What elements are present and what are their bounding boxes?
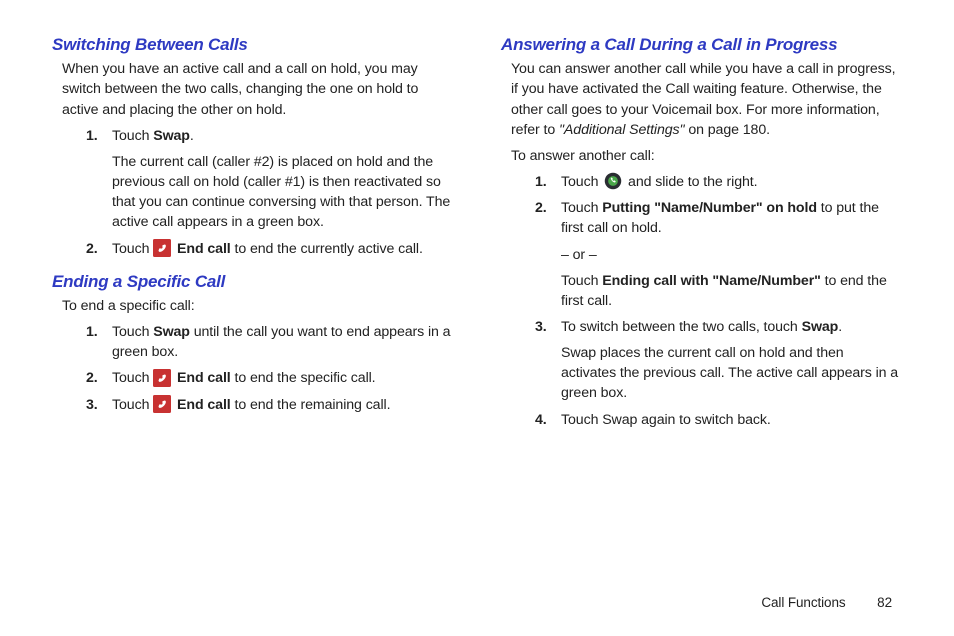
heading-answering-call: Answering a Call During a Call in Progre…	[501, 34, 902, 55]
step-text: Touch	[112, 370, 153, 386]
step-alt: Touch Ending call with "Name/Number" to …	[561, 271, 902, 311]
heading-ending-call: Ending a Specific Call	[52, 271, 453, 292]
steps-list: Touch Swap until the call you want to en…	[86, 322, 453, 415]
end-call-icon	[153, 369, 171, 387]
step-item: Touch Swap until the call you want to en…	[86, 322, 453, 362]
step-text: Touch	[112, 241, 153, 257]
step-text: to end the specific call.	[231, 370, 376, 386]
step-subtext: Swap places the current call on hold and…	[561, 343, 902, 403]
ui-label-swap: Swap	[153, 128, 190, 144]
step-text: Touch	[561, 273, 602, 289]
ui-label-swap: Swap	[802, 319, 839, 335]
step-item: Touch and slide to the right.	[535, 172, 902, 192]
intro-paragraph: To end a specific call:	[62, 296, 453, 316]
heading-switching-calls: Switching Between Calls	[52, 34, 453, 55]
ui-label-endcall: End call	[173, 241, 230, 257]
intro-paragraph: When you have an active call and a call …	[62, 59, 453, 119]
step-item: Touch Putting "Name/Number" on hold to p…	[535, 198, 902, 311]
left-column: Switching Between Calls When you have an…	[52, 34, 453, 614]
intro-text: on page 180.	[685, 122, 770, 138]
step-item: To switch between the two calls, touch S…	[535, 317, 902, 404]
footer-section: Call Functions	[761, 595, 845, 610]
step-item: Touch End call to end the currently acti…	[86, 239, 453, 259]
intro-paragraph: You can answer another call while you ha…	[511, 59, 902, 140]
step-text: to end the currently active call.	[231, 241, 423, 257]
ui-label-ending: Ending call with "Name/Number"	[602, 273, 821, 289]
page-number: 82	[877, 595, 892, 610]
steps-list: Touch Swap. The current call (caller #2)…	[86, 126, 453, 259]
ui-label-endcall: End call	[173, 370, 230, 386]
end-call-icon	[153, 395, 171, 413]
step-text: Touch Swap again to switch back.	[561, 412, 771, 428]
right-column: Answering a Call During a Call in Progre…	[501, 34, 902, 614]
step-item: Touch Swap. The current call (caller #2)…	[86, 126, 453, 233]
step-text: to end the remaining call.	[231, 397, 391, 413]
step-text: Touch	[561, 174, 602, 190]
step-text: To switch between the two calls, touch	[561, 319, 802, 335]
or-separator: – or –	[561, 245, 902, 265]
document-page: Switching Between Calls When you have an…	[0, 0, 954, 636]
lead-text: To answer another call:	[511, 146, 902, 166]
step-item: Touch End call to end the remaining call…	[86, 395, 453, 415]
ui-label-hold: Putting "Name/Number" on hold	[602, 200, 817, 216]
ui-label-endcall: End call	[173, 397, 230, 413]
step-text: .	[838, 319, 842, 335]
answer-call-icon	[604, 172, 622, 190]
step-text: and slide to the right.	[624, 174, 757, 190]
step-text: Touch	[561, 200, 602, 216]
steps-list: Touch and slide to the right. Touch Putt…	[535, 172, 902, 430]
step-text: Touch	[112, 397, 153, 413]
page-footer: Call Functions 82	[761, 595, 892, 610]
step-text: .	[190, 128, 194, 144]
end-call-icon	[153, 239, 171, 257]
step-text: Touch	[112, 324, 153, 340]
step-item: Touch End call to end the specific call.	[86, 368, 453, 388]
cross-reference: "Additional Settings"	[559, 122, 685, 138]
step-subtext: The current call (caller #2) is placed o…	[112, 152, 453, 233]
step-text: Touch	[112, 128, 153, 144]
step-item: Touch Swap again to switch back.	[535, 410, 902, 430]
ui-label-swap: Swap	[153, 324, 190, 340]
